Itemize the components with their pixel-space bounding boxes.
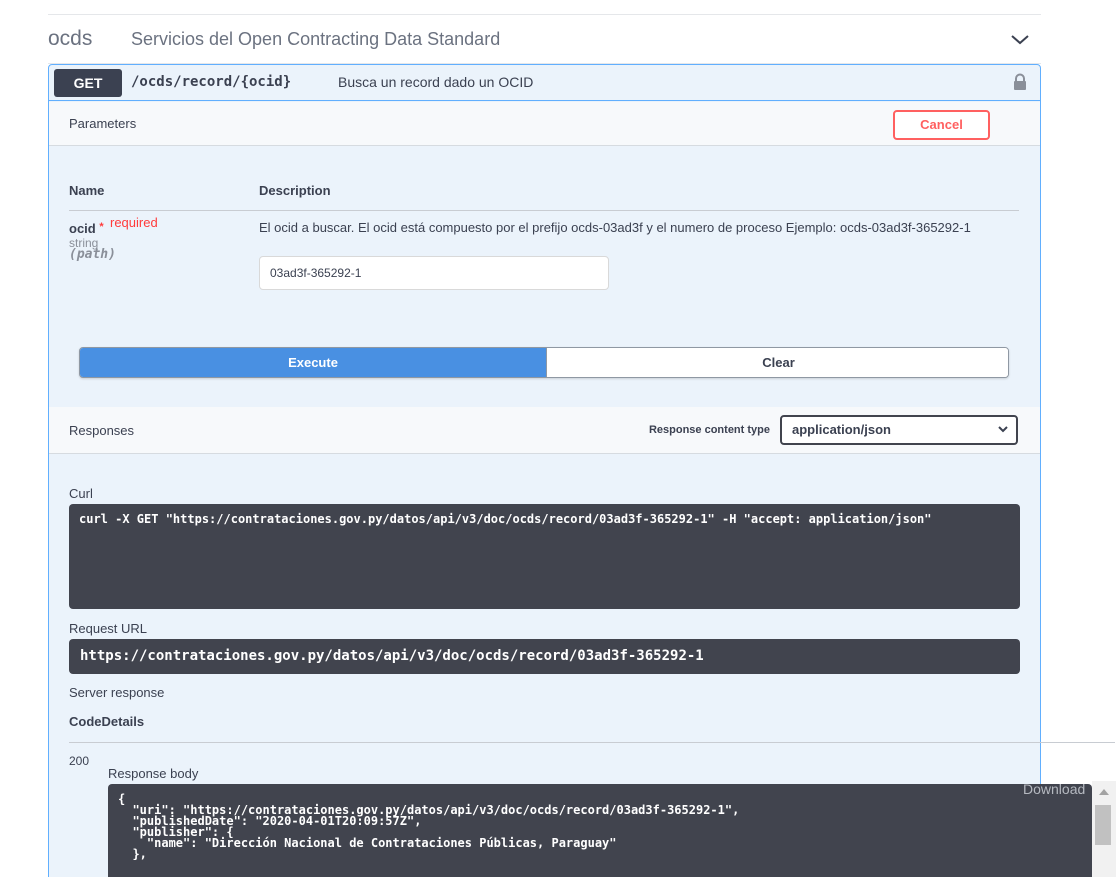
- cancel-button[interactable]: Cancel: [893, 110, 990, 140]
- operation-summary[interactable]: GET /ocds/record/{ocid} Busca un record …: [49, 65, 1040, 101]
- operation-block: GET /ocds/record/{ocid} Busca un record …: [48, 64, 1115, 877]
- scrollbar-thumb[interactable]: [1095, 805, 1111, 845]
- chevron-down-icon: [998, 426, 1008, 433]
- status-code: 200: [69, 754, 90, 768]
- response-content-type-label: Response content type: [648, 424, 770, 436]
- method-badge: GET: [54, 69, 122, 97]
- scroll-up-arrow-icon[interactable]: [1099, 789, 1109, 795]
- column-header-description: Description: [259, 183, 331, 198]
- request-url: https://contrataciones.gov.py/datos/api/…: [69, 639, 1020, 674]
- lock-icon[interactable]: [1012, 73, 1028, 91]
- chevron-down-icon[interactable]: [1009, 28, 1031, 50]
- parameters-title: Parameters: [69, 116, 137, 131]
- operation-path: /ocds/record/{ocid}: [131, 74, 292, 90]
- divider: [69, 742, 1115, 743]
- ocid-input[interactable]: [259, 256, 609, 290]
- param-name: ocid * required: [69, 215, 158, 236]
- parameters-header: Parameters Cancel: [49, 102, 1040, 146]
- code-header: Code: [69, 714, 102, 729]
- column-header-name: Name: [69, 183, 105, 198]
- table-header: CodeDetails: [69, 714, 144, 729]
- details-header: Details: [101, 714, 145, 729]
- response-content-type-value: application/json: [792, 422, 891, 437]
- responses-title: Responses: [69, 423, 135, 438]
- operation-summary-text: Busca un record dado un OCID: [338, 74, 534, 90]
- execute-button[interactable]: Execute: [80, 348, 546, 377]
- execute-clear-group: Execute Clear: [79, 347, 1009, 378]
- param-name-text: ocid: [69, 221, 96, 236]
- tag-header[interactable]: ocds Servicios del Open Contracting Data…: [48, 14, 1041, 64]
- request-url-label: Request URL: [69, 621, 148, 636]
- curl-label: Curl: [69, 486, 93, 501]
- required-star: *: [99, 221, 104, 233]
- tag-description: Servicios del Open Contracting Data Stan…: [131, 29, 501, 49]
- responses-header: Responses Response content type applicat…: [49, 407, 1040, 454]
- param-in: (path): [69, 247, 116, 262]
- clear-button[interactable]: Clear: [546, 348, 1008, 377]
- response-content-type-select[interactable]: application/json: [780, 415, 1018, 445]
- curl-command: curl -X GET "https://contrataciones.gov.…: [69, 504, 1020, 609]
- param-description: El ocid a buscar. El ocid está compuesto…: [259, 220, 971, 235]
- server-response-label: Server response: [69, 685, 165, 700]
- response-body: { "uri": "https://contrataciones.gov.py/…: [108, 784, 1092, 877]
- download-button[interactable]: Download: [1023, 781, 1085, 797]
- response-body-label: Response body: [108, 766, 199, 781]
- tag-name: ocds: [48, 27, 93, 50]
- required-label: required: [110, 215, 158, 230]
- response-body-scrollbar[interactable]: [1092, 781, 1116, 877]
- divider: [69, 210, 1019, 211]
